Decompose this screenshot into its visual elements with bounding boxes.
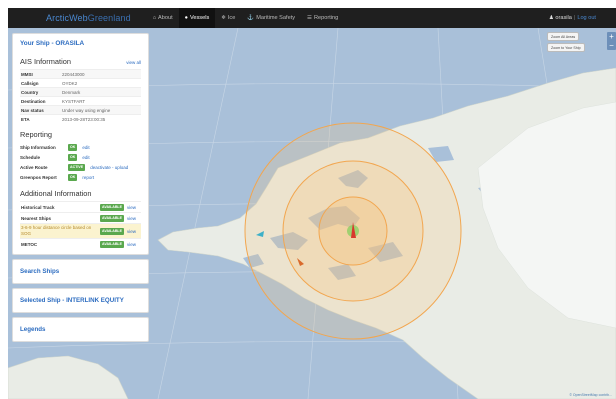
selected-ship-panel: Selected Ship - INTERLINK EQUITY — [12, 288, 149, 313]
logout-link[interactable]: Log out — [577, 15, 596, 21]
zoom-all-areas-button[interactable]: Zoom All Areas — [547, 32, 580, 41]
your-ship-body: AIS Information view all MMSI 220443000 C… — [13, 57, 148, 254]
additional-info-title: Additional Information — [20, 189, 92, 198]
table-row: ETA 2013-09-28T23:00:35 — [20, 114, 141, 123]
globe-icon: ● — [184, 15, 188, 21]
ais-key: ETA — [21, 116, 30, 122]
view-link[interactable]: view — [127, 205, 136, 210]
status-badge: AVAILABLE — [100, 214, 125, 222]
search-ships-panel: Search Ships — [12, 259, 149, 284]
report-link[interactable]: report — [82, 175, 94, 180]
status-badge: AVAILABLE — [100, 240, 125, 248]
land-baffin — [8, 355, 129, 399]
snowflake-icon: ❄ — [221, 15, 226, 21]
status-badge: AVAILABLE — [100, 203, 125, 211]
table-row: Nav status Under way using engine — [20, 105, 141, 114]
additional-key: 3-6-9 hour distance circle based on SOG — [21, 225, 92, 236]
nav-item-ice[interactable]: ❄ Ice — [215, 8, 241, 28]
map-attribution[interactable]: © OpenStreetMap contrib... — [569, 393, 612, 397]
username[interactable]: orasila — [555, 15, 571, 21]
additional-key: Nearest Ships — [21, 215, 52, 221]
reporting-row: Ship Information OK edit — [20, 142, 141, 152]
your-ship-title[interactable]: Your Ship - ORASILA — [13, 34, 148, 53]
ais-title: AIS Information — [20, 57, 71, 66]
status-badge: OK — [68, 173, 78, 181]
additional-key: METOC — [21, 241, 38, 247]
view-link[interactable]: view — [127, 242, 136, 247]
list-icon: ☰ — [307, 15, 312, 21]
ais-table: MMSI 220443000 Callsign OYDK2 Country Denma… — [20, 69, 141, 123]
additional-row: Nearest Ships AVAILABLE view — [20, 212, 141, 223]
brand-name: ArcticWeb — [46, 13, 88, 23]
status-badge: AVAILABLE — [100, 227, 125, 235]
main-nav: ⌂ About ● Vessels ❄ Ice ⚓ Maritime Safet… — [147, 8, 345, 28]
table-row: Country Denmark — [20, 87, 141, 96]
home-icon: ⌂ — [152, 15, 157, 21]
selected-ship-link[interactable]: Selected Ship - INTERLINK EQUITY — [13, 289, 148, 312]
nav-item-label: Ice — [227, 15, 236, 21]
nav-item-vessels[interactable]: ● Vessels — [178, 8, 216, 28]
ais-value: 2013-09-28T23:00:35 — [62, 116, 106, 122]
separator: | — [573, 15, 576, 21]
reporting-key: Ship Information — [20, 144, 56, 150]
zoom-in-button[interactable]: + — [607, 32, 616, 41]
reporting-key: Active Route — [20, 164, 48, 170]
ais-key: Country — [21, 89, 39, 95]
search-ships-link[interactable]: Search Ships — [13, 260, 148, 283]
status-badge: OK — [68, 143, 78, 151]
edit-link[interactable]: edit — [82, 155, 89, 160]
reporting-row: Active Route ACTIVE deactivate - upload — [20, 162, 141, 172]
ship-icon: ⚓ — [247, 15, 255, 21]
ais-key: Destination — [21, 98, 46, 104]
status-badge: OK — [68, 153, 78, 161]
table-row: Callsign OYDK2 — [20, 78, 141, 87]
reporting-key: Schedule — [20, 154, 41, 160]
ais-value: OYDK2 — [62, 80, 78, 86]
zoom-out-button[interactable]: − — [607, 41, 616, 50]
legends-link[interactable]: Legends — [13, 318, 148, 341]
nav-item-about[interactable]: ⌂ About — [147, 8, 179, 28]
zoom-to-ship-button[interactable]: Zoom to Your Ship — [547, 43, 585, 52]
user-icon: ♟ — [548, 15, 554, 21]
top-navbar: ArcticWebGreenland ⌂ About ● Vessels ❄ I… — [8, 8, 616, 28]
deactivate-upload-link[interactable]: deactivate - upload — [90, 165, 128, 170]
ais-key: MMSI — [21, 71, 33, 77]
brand-region: Greenland — [87, 13, 131, 23]
additional-key: Historical Track — [21, 204, 55, 210]
nav-item-label: About — [158, 15, 173, 21]
reporting-key: Greenpos Report — [20, 174, 57, 180]
ais-value: Under way using engine — [62, 107, 111, 113]
additional-row: 3-6-9 hour distance circle based on SOG A… — [20, 223, 141, 238]
reporting-row: Schedule OK edit — [20, 152, 141, 162]
view-link[interactable]: view — [127, 229, 136, 234]
ais-value: Denmark — [62, 89, 81, 95]
ais-key: Nav status — [21, 107, 44, 113]
table-row: Destination KYSTFART — [20, 96, 141, 105]
ais-value: KYSTFART — [62, 98, 86, 104]
brand-logo[interactable]: ArcticWebGreenland — [46, 13, 131, 23]
reporting-title: Reporting — [20, 130, 53, 139]
your-ship-panel: Your Ship - ORASILA AIS Information view… — [12, 33, 149, 255]
edit-link[interactable]: edit — [82, 145, 89, 150]
additional-row: Historical Track AVAILABLE view — [20, 201, 141, 212]
nav-item-maritime-safety[interactable]: ⚓ Maritime Safety — [241, 8, 301, 28]
ais-key: Callsign — [21, 80, 39, 86]
ais-value: 220443000 — [62, 71, 85, 77]
additional-row: METOC AVAILABLE view — [20, 238, 141, 249]
nav-item-label: Vessels — [189, 15, 210, 21]
view-all-link[interactable]: view all — [126, 60, 141, 65]
nav-item-label: Reporting — [313, 15, 339, 21]
nav-item-label: Maritime Safety — [256, 15, 296, 21]
nav-item-reporting[interactable]: ☰ Reporting — [301, 8, 344, 28]
table-row: MMSI 220443000 — [20, 69, 141, 78]
view-link[interactable]: view — [127, 216, 136, 221]
ais-header: AIS Information view all — [20, 57, 141, 66]
user-menu: ♟ orasila | Log out — [549, 15, 596, 21]
sidebar: Your Ship - ORASILA AIS Information view… — [12, 33, 149, 346]
status-badge: ACTIVE — [68, 163, 86, 171]
reporting-row: Greenpos Report OK report — [20, 172, 141, 182]
zoom-control: + − — [607, 32, 616, 50]
legends-panel: Legends — [12, 317, 149, 342]
